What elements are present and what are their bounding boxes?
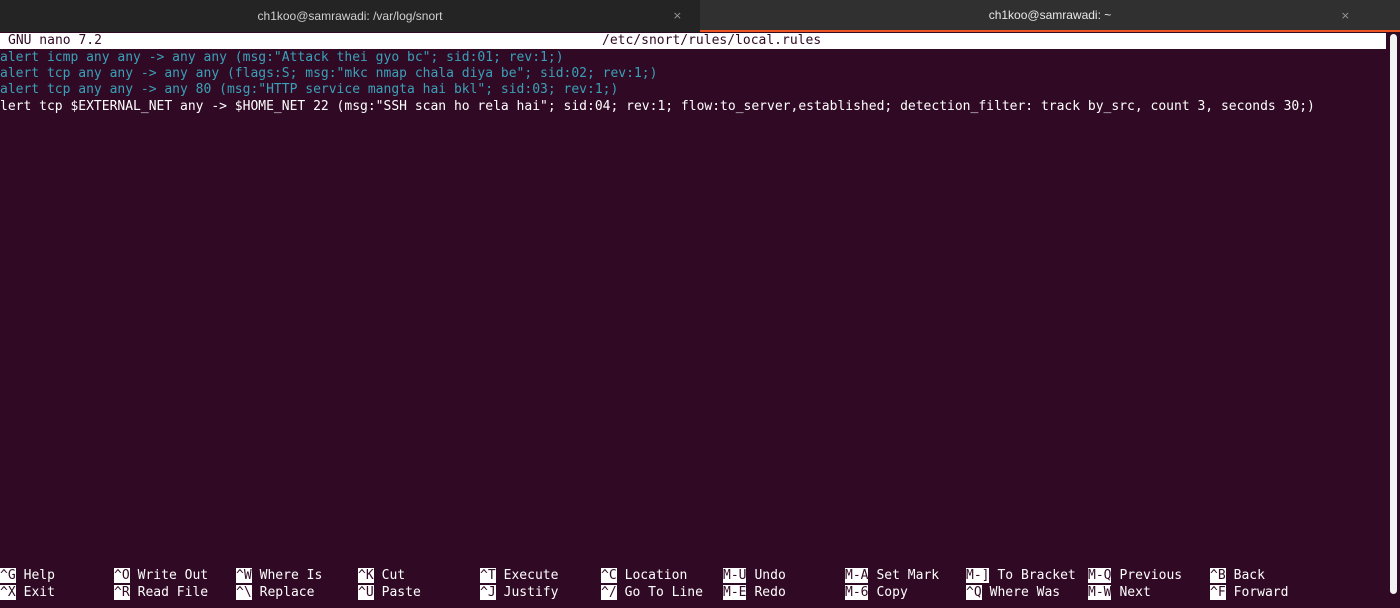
shortcut-location: ^C Location (601, 568, 687, 584)
shortcut-replace: ^\ Replace (236, 585, 314, 601)
shortcut-key: ^C (601, 568, 617, 583)
shortcut-cut: ^K Cut (358, 568, 405, 584)
shortcut-key: ^O (114, 568, 130, 583)
shortcut-previous: M-Q Previous (1088, 568, 1182, 584)
shortcut-exit: ^X Exit (0, 585, 55, 601)
rule-line-current[interactable]: lert tcp $EXTERNAL_NET any -> $HOME_NET … (0, 99, 1315, 115)
shortcut-key: ^Q (966, 585, 982, 600)
shortcut-key: ^K (358, 568, 374, 583)
close-icon[interactable]: × (1341, 9, 1350, 22)
shortcut-key: M-W (1088, 585, 1112, 600)
shortcut-label: Replace (259, 585, 315, 600)
shortcut-label: Exit (23, 585, 55, 600)
shortcut-label: Help (23, 568, 55, 583)
shortcut-label: Redo (754, 585, 786, 600)
shortcut-next: M-W Next (1088, 585, 1151, 601)
nano-version: GNU nano 7.2 (8, 33, 102, 48)
rule-line[interactable]: alert tcp any any -> any any (flags:S; m… (0, 66, 657, 82)
shortcut-label: Back (1233, 568, 1265, 583)
tab-var-log-snort[interactable]: ch1koo@samrawadi: /var/log/snort × (0, 0, 700, 32)
shortcut-label: Undo (754, 568, 786, 583)
scrollbar[interactable] (1386, 32, 1400, 608)
shortcut-label: Next (1119, 585, 1151, 600)
rule-line[interactable]: alert icmp any any -> any any (msg:"Atta… (0, 50, 564, 66)
shortcut-label: Previous (1119, 568, 1183, 583)
shortcut-key: ^G (0, 568, 16, 583)
shortcut-label: Justify (503, 585, 559, 600)
shortcut-bar-row-1: ^G Help ^O Write Out ^W Where Is ^K Cut ^T Execut… (0, 568, 1386, 584)
shortcut-label: Read File (137, 585, 209, 600)
shortcut-key: ^\ (236, 585, 252, 600)
shortcut-key: M-U (723, 568, 747, 583)
rule-line[interactable]: alert tcp any any -> any 80 (msg:"HTTP s… (0, 82, 618, 98)
shortcut-go-to-line: ^/ Go To Line (601, 585, 703, 601)
shortcut-key: ^/ (601, 585, 617, 600)
shortcut-label: Where Is (259, 568, 323, 583)
shortcut-label: To Bracket (997, 568, 1076, 583)
shortcut-help: ^G Help (0, 568, 55, 584)
scrollbar-thumb[interactable] (1390, 34, 1397, 594)
shortcut-read-file: ^R Read File (114, 585, 208, 601)
shortcut-key: M-A (845, 568, 869, 583)
shortcut-label: Paste (381, 585, 421, 600)
tab-bar: ch1koo@samrawadi: /var/log/snort × ch1ko… (0, 0, 1400, 32)
shortcut-key: ^W (236, 568, 252, 583)
shortcut-paste: ^U Paste (358, 585, 421, 601)
shortcut-label: Execute (503, 568, 559, 583)
shortcut-label: Set Mark (876, 568, 940, 583)
terminal-window: ch1koo@samrawadi: /var/log/snort × ch1ko… (0, 0, 1400, 608)
shortcut-label: Copy (876, 585, 908, 600)
shortcut-label: Forward (1233, 585, 1289, 600)
tab-title: ch1koo@samrawadi: ~ (988, 8, 1112, 22)
tab-title: ch1koo@samrawadi: /var/log/snort (257, 9, 443, 23)
shortcut-where-is: ^W Where Is (236, 568, 322, 584)
shortcut-key: ^X (0, 585, 16, 600)
shortcut-set-mark: M-A Set Mark (845, 568, 939, 584)
shortcut-justify: ^J Justify (480, 585, 558, 601)
nano-title-bar: GNU nano 7.2 /etc/snort/rules/local.rule… (0, 33, 1386, 49)
shortcut-key: M-E (723, 585, 747, 600)
shortcut-forward: ^F Forward (1210, 585, 1288, 601)
tab-home[interactable]: ch1koo@samrawadi: ~ × (700, 0, 1400, 32)
shortcut-key: M-] (966, 568, 990, 583)
shortcut-label: Write Out (137, 568, 209, 583)
shortcut-key: ^T (480, 568, 496, 583)
shortcut-key: ^R (114, 585, 130, 600)
shortcut-label: Cut (381, 568, 406, 583)
shortcut-key: M-Q (1088, 568, 1112, 583)
shortcut-key: ^B (1210, 568, 1226, 583)
shortcut-key: ^U (358, 585, 374, 600)
nano-filename: /etc/snort/rules/local.rules (602, 33, 822, 48)
shortcut-execute: ^T Execute (480, 568, 558, 584)
shortcut-where-was: ^Q Where Was (966, 585, 1060, 601)
shortcut-copy: M-6 Copy (845, 585, 908, 601)
shortcut-key: ^J (480, 585, 496, 600)
nano-editor[interactable]: GNU nano 7.2 /etc/snort/rules/local.rule… (0, 32, 1386, 608)
close-icon[interactable]: × (673, 9, 682, 22)
shortcut-label: Location (624, 568, 688, 583)
shortcut-write-out: ^O Write Out (114, 568, 208, 584)
shortcut-key: ^F (1210, 585, 1226, 600)
shortcut-label: Where Was (989, 585, 1061, 600)
shortcut-redo: M-E Redo (723, 585, 786, 601)
shortcut-back: ^B Back (1210, 568, 1265, 584)
shortcut-bar-row-2: ^X Exit ^R Read File ^\ Replace ^U Paste ^J Justi… (0, 585, 1386, 601)
shortcut-label: Go To Line (624, 585, 703, 600)
shortcut-key: M-6 (845, 585, 869, 600)
shortcut-to-bracket: M-] To Bracket (966, 568, 1076, 584)
shortcut-undo: M-U Undo (723, 568, 786, 584)
